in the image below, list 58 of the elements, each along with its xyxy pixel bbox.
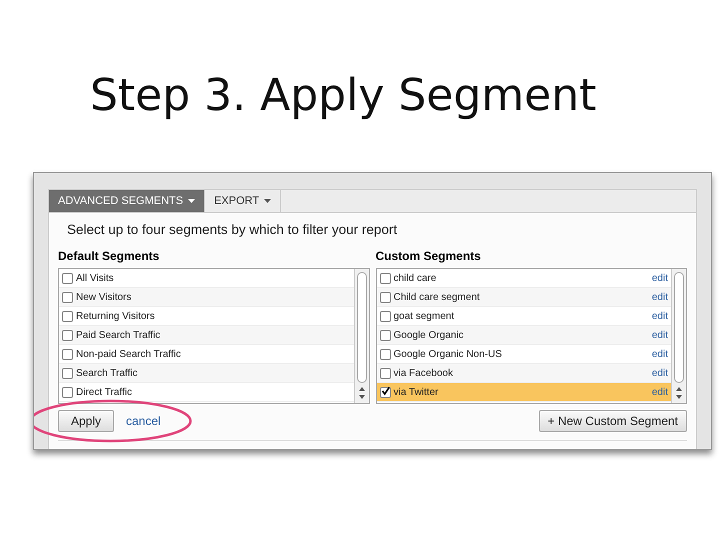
checkbox[interactable] — [380, 310, 390, 322]
segment-row[interactable]: Child care segment edit — [376, 288, 671, 307]
edit-link[interactable]: edit — [652, 386, 668, 398]
section-heading: Custom Segments — [376, 249, 482, 263]
edit-link[interactable]: edit — [652, 272, 668, 284]
new-segment-button[interactable]: + New Custom Segment — [538, 410, 687, 432]
edit-link[interactable]: edit — [652, 348, 668, 360]
checkbox[interactable] — [62, 368, 73, 378]
checkbox[interactable] — [62, 386, 73, 398]
segment-label: All Visits — [76, 272, 115, 284]
segment-row[interactable]: Google Organic edit — [376, 326, 671, 345]
checkbox[interactable] — [62, 310, 73, 322]
slide-title: Step 3. Apply Segment — [90, 69, 596, 123]
segment-label: Returning Visitors — [76, 310, 156, 322]
checkbox[interactable] — [380, 386, 390, 398]
checkbox[interactable] — [62, 348, 73, 360]
section-heading: Default Segments — [58, 249, 160, 263]
segment-row[interactable]: New Visitors — [59, 288, 354, 307]
checkbox[interactable] — [380, 348, 390, 360]
tab[interactable]: EXPORT — [205, 190, 282, 212]
segment-label: Google Organic — [394, 330, 465, 340]
checkbox[interactable] — [380, 292, 390, 302]
edit-link[interactable]: edit — [652, 310, 668, 322]
checkbox[interactable] — [380, 272, 390, 284]
edit-link[interactable]: edit — [652, 368, 668, 378]
checkbox[interactable] — [380, 330, 390, 340]
checkbox[interactable] — [62, 272, 73, 284]
segment-label: Direct Traffic — [76, 386, 133, 398]
segment-label: via Twitter — [394, 386, 440, 398]
segment-label: Non-paid Search Traffic — [76, 348, 182, 360]
segment-label: child care — [394, 272, 438, 284]
edit-link[interactable]: edit — [652, 292, 668, 302]
instruction-text: Select up to four segments by which to filter your report — [67, 222, 398, 237]
checkbox[interactable] — [62, 292, 73, 302]
apply-button[interactable]: Apply — [58, 410, 114, 432]
checkbox[interactable] — [380, 368, 390, 378]
segment-row[interactable]: Paid Search Traffic — [59, 326, 354, 345]
caret-icon — [188, 199, 196, 203]
segment-row[interactable]: via Twitter edit — [376, 383, 671, 402]
caret-icon — [264, 199, 272, 203]
checkbox[interactable] — [62, 330, 73, 340]
edit-link[interactable]: edit — [652, 330, 668, 340]
segment-row[interactable]: via Facebook edit — [376, 364, 671, 383]
segment-row[interactable]: Search Traffic — [59, 364, 354, 383]
segment-label: via Facebook — [394, 368, 454, 378]
scroll-arrows-icon[interactable] — [676, 386, 682, 400]
segment-label: Child care segment — [394, 292, 481, 302]
scrollbar[interactable] — [671, 269, 686, 403]
scrollbar[interactable] — [354, 269, 368, 403]
segment-label: Paid Search Traffic — [76, 330, 162, 340]
scroll-arrows-icon[interactable] — [358, 386, 364, 400]
tab[interactable]: ADVANCED SEGMENTS — [49, 190, 206, 212]
cancel-link[interactable]: cancel — [126, 414, 161, 428]
segment-label: New Visitors — [76, 292, 132, 302]
segment-row[interactable]: Direct Traffic — [59, 383, 354, 402]
segment-label: Google Organic Non-US — [394, 348, 503, 360]
segment-label: Search Traffic — [76, 368, 139, 378]
segment-label: goat segment — [394, 310, 456, 322]
